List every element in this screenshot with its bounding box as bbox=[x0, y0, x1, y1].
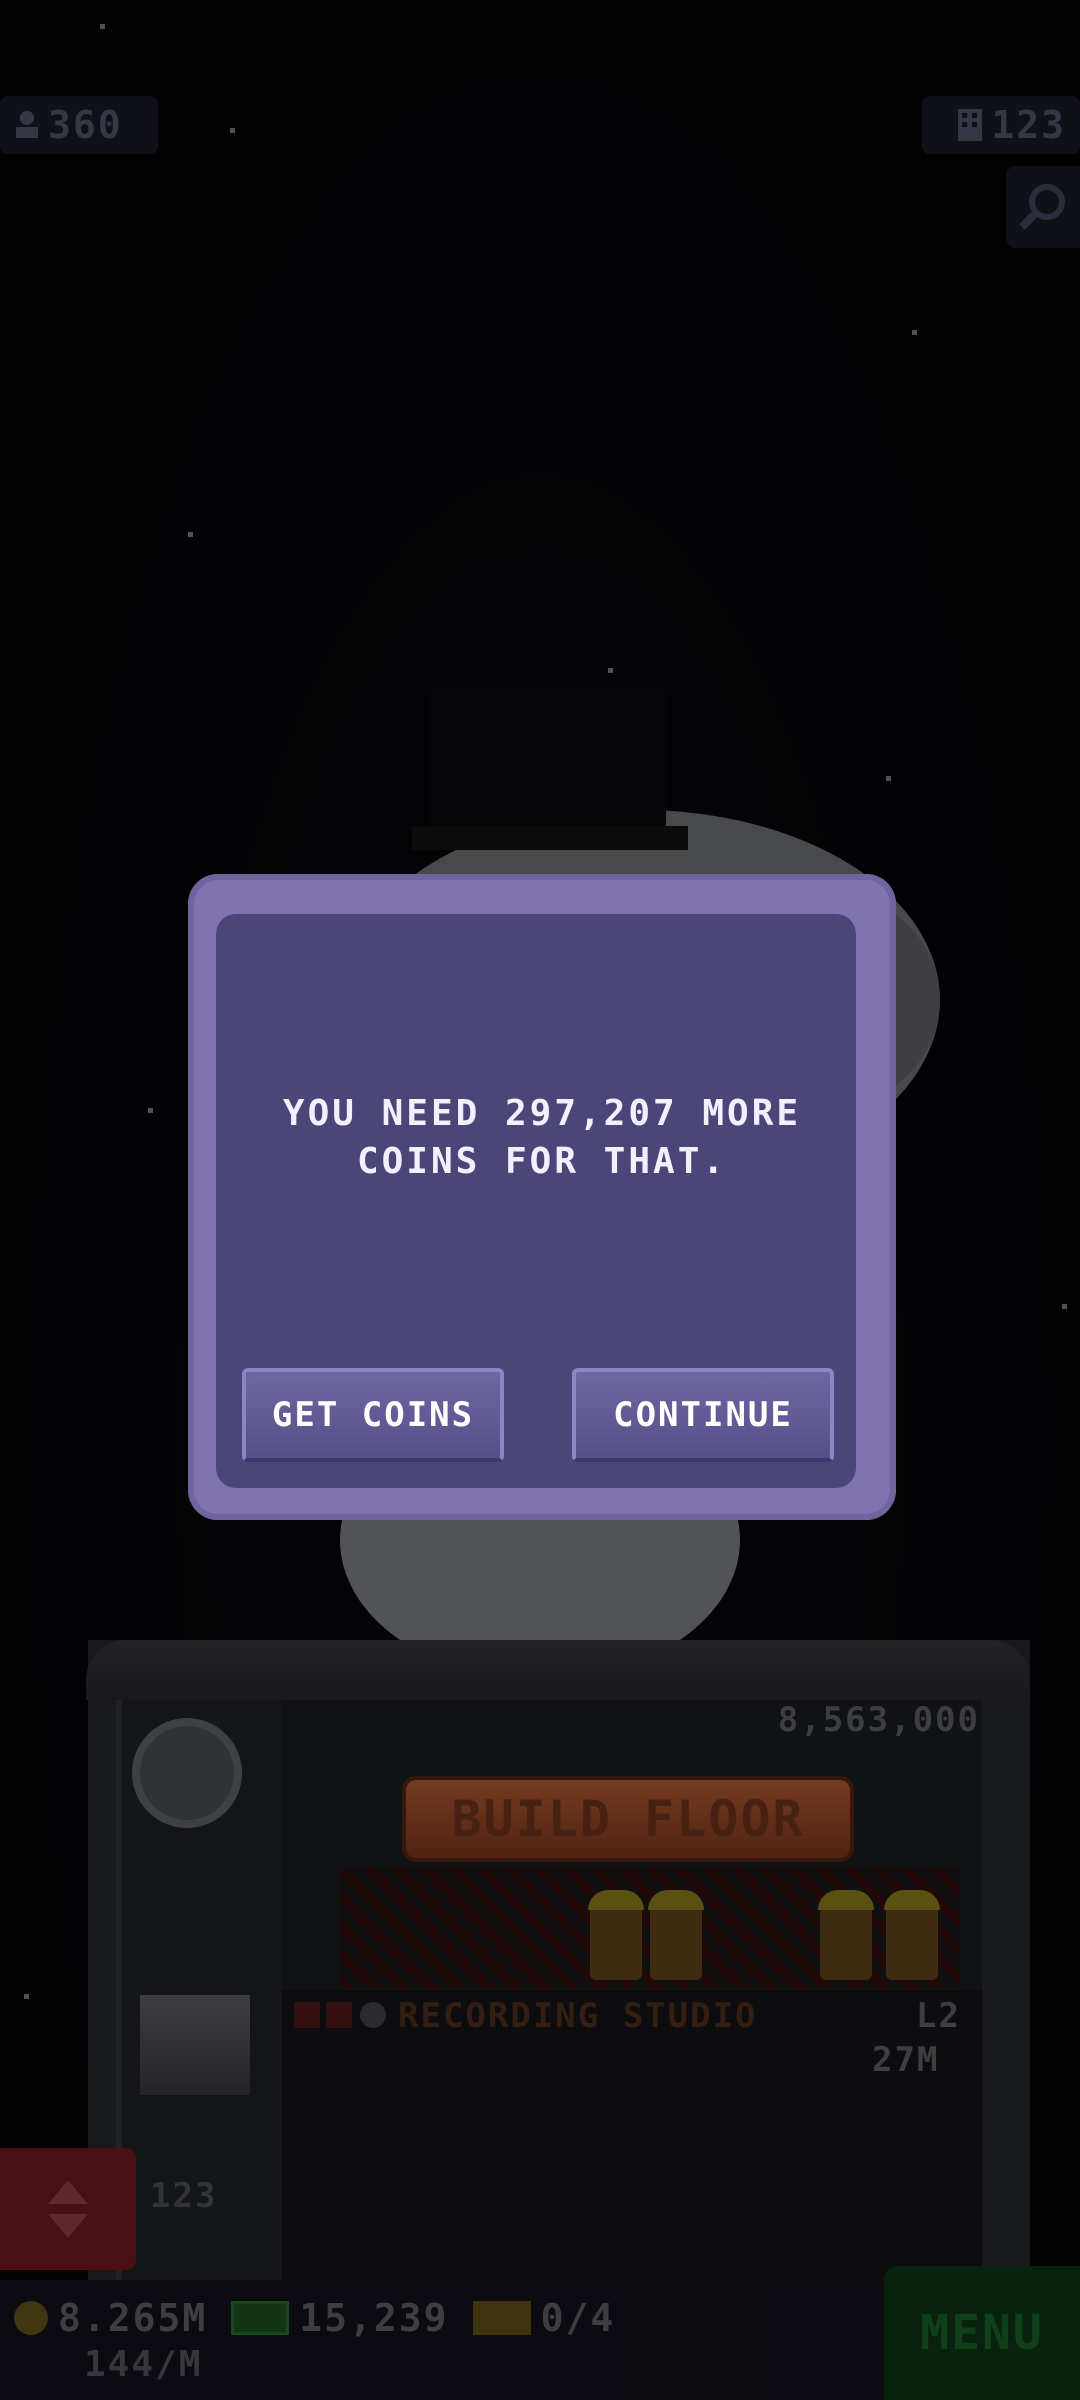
game-screen: 123 8,563,000 BUILD FLOOR RECORDING STUD… bbox=[0, 0, 1080, 2400]
continue-button[interactable]: CONTINUE bbox=[572, 1368, 834, 1462]
dialog-message: YOU NEED 297,207 MORE COINS FOR THAT. bbox=[282, 1093, 802, 1182]
get-coins-button[interactable]: GET COINS bbox=[242, 1368, 504, 1462]
